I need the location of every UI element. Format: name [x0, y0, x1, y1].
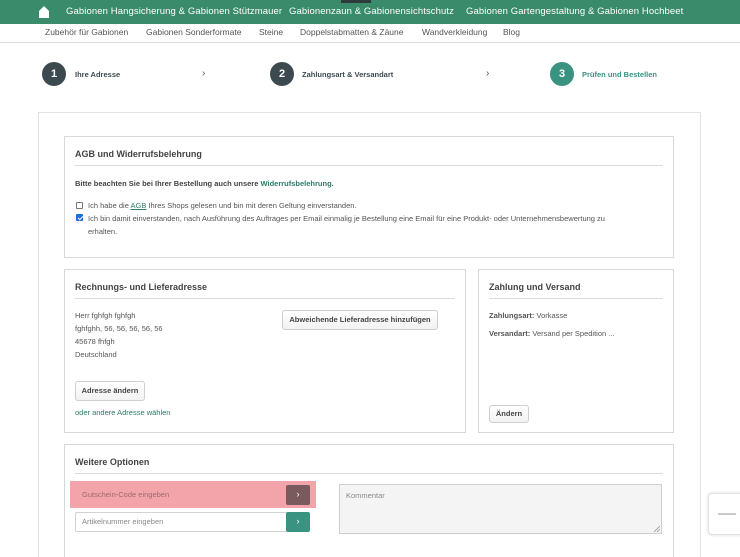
address-line-name: Herr fghfgh fghfgh: [75, 311, 136, 320]
step-1-number[interactable]: 1: [42, 62, 66, 86]
voucher-code-input[interactable]: Gutschein-Code eingeben: [75, 485, 287, 505]
trust-badge[interactable]: [708, 493, 740, 535]
shipping-method: Versandart: Versand per Spedition ...: [489, 329, 615, 338]
agb-title: AGB und Widerrufsbelehrung: [75, 149, 202, 159]
further-options-title: Weitere Optionen: [75, 457, 150, 467]
alternative-delivery-address-button[interactable]: Abweichende Lieferadresse hinzufügen: [282, 310, 438, 330]
payment-divider: [489, 298, 663, 299]
step-separator-chevron-icon: ›: [486, 68, 490, 79]
agb-notice: Bitte beachten Sie bei Ihrer Bestellung …: [75, 179, 334, 188]
sub-nav-item-blog[interactable]: Blog: [503, 27, 520, 37]
sub-nav-item-zubehoer[interactable]: Zubehör für Gabionen: [45, 27, 128, 37]
withdrawal-link[interactable]: Widerrufsbelehrung: [260, 179, 331, 188]
address-line-street: fghfghh, 56, 56, 56, 56, 56: [75, 324, 163, 333]
address-line-city: 45678 fhfgh: [75, 337, 115, 346]
comment-textarea[interactable]: Kommentar: [339, 484, 662, 534]
comment-placeholder: Kommentar: [346, 491, 385, 500]
checkout-steps: 1 Ihre Adresse › 2 Zahlungsart & Versand…: [0, 50, 740, 100]
article-number-input[interactable]: Artikelnummer eingeben: [75, 512, 287, 532]
sub-navigation: Zubehör für Gabionen Gabionen Sonderform…: [0, 24, 740, 43]
review-email-checkbox[interactable]: [76, 214, 83, 221]
resize-grip-icon[interactable]: [654, 526, 660, 532]
agb-panel: AGB und Widerrufsbelehrung Bitte beachte…: [64, 136, 674, 258]
change-address-button[interactable]: Adresse ändern: [75, 381, 145, 401]
address-line-country: Deutschland: [75, 350, 117, 359]
step-3-number: 3: [550, 62, 574, 86]
top-nav-item-gabionenzaun[interactable]: Gabionenzaun & Gabionensichtschutz: [289, 6, 454, 17]
agb-divider: [75, 165, 663, 166]
sub-nav-item-sonderformate[interactable]: Gabionen Sonderformate: [146, 27, 241, 37]
step-2-label[interactable]: Zahlungsart & Versandart: [302, 70, 393, 79]
step-1-label[interactable]: Ihre Adresse: [75, 70, 120, 79]
agb-checkbox[interactable]: [76, 202, 83, 209]
active-menu-indicator: [341, 0, 371, 3]
article-submit-button[interactable]: ›: [286, 512, 310, 532]
options-divider: [75, 473, 663, 474]
choose-other-address-link[interactable]: oder andere Adresse wählen: [75, 408, 170, 417]
home-icon[interactable]: [38, 5, 50, 19]
top-navigation: Gabionen Hangsicherung & Gabionen Stützm…: [0, 0, 740, 24]
top-nav-item-hangsicherung[interactable]: Gabionen Hangsicherung & Gabionen Stützm…: [66, 6, 282, 17]
address-divider: [75, 298, 455, 299]
sub-nav-item-steine[interactable]: Steine: [259, 27, 283, 37]
address-title: Rechnungs- und Lieferadresse: [75, 282, 208, 292]
change-payment-button[interactable]: Ändern: [489, 405, 529, 423]
review-email-label-line1: Ich bin damit einverstanden, nach Ausfüh…: [88, 214, 605, 223]
badge-line-icon: [718, 513, 736, 515]
step-3-label: Prüfen und Bestellen: [582, 70, 658, 79]
payment-shipping-title: Zahlung und Versand: [489, 282, 581, 292]
payment-method: Zahlungsart: Vorkasse: [489, 311, 568, 320]
address-panel: Rechnungs- und Lieferadresse Herr fghfgh…: [64, 269, 466, 433]
sub-nav-item-wandverkleidung[interactable]: Wandverkleidung: [422, 27, 487, 37]
sub-nav-item-doppelstabmatten[interactable]: Doppelstabmatten & Zäune: [300, 27, 403, 37]
top-nav-item-gartengestaltung[interactable]: Gabionen Gartengestaltung & Gabionen Hoc…: [466, 6, 683, 17]
agb-checkbox-label: Ich habe die AGB Ihres Shops gelesen und…: [88, 201, 357, 210]
review-email-label-line2: erhalten.: [88, 227, 118, 236]
payment-shipping-panel: Zahlung und Versand Zahlungsart: Vorkass…: [478, 269, 674, 433]
voucher-submit-button[interactable]: ›: [286, 485, 310, 505]
agb-link[interactable]: AGB: [131, 201, 147, 210]
step-2-number[interactable]: 2: [270, 62, 294, 86]
step-separator-chevron-icon: ›: [202, 68, 206, 79]
